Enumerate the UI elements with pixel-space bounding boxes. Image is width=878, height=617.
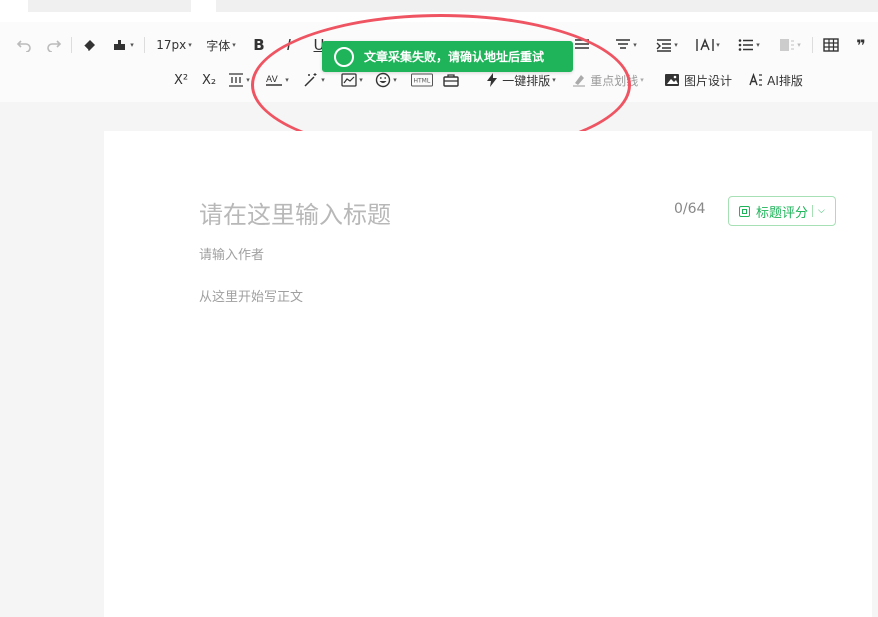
author-input[interactable]: 请输入作者: [199, 244, 264, 263]
subscript-button[interactable]: X₂: [198, 69, 220, 91]
score-icon: [739, 205, 750, 217]
body-input[interactable]: 从这里开始写正文: [199, 286, 303, 305]
highlight-sentence-label: 重点划线: [590, 73, 639, 88]
toolbar-divider: [812, 37, 813, 53]
chevron-down-icon: ⌵: [818, 206, 825, 216]
list-icon[interactable]: ▾: [734, 34, 764, 56]
top-tab-strip: [0, 0, 878, 22]
format-painter-icon[interactable]: ▾: [111, 34, 135, 56]
highlight-sentence-button[interactable]: 重点划线 ▾: [569, 69, 647, 91]
font-size-select[interactable]: 17px ▾: [152, 34, 196, 56]
eraser-icon[interactable]: [79, 34, 99, 56]
italic-button[interactable]: I: [279, 34, 299, 56]
one-click-layout-button[interactable]: 一键排版 ▾: [482, 69, 560, 91]
title-score-label: 标题评分: [756, 205, 809, 221]
quote-icon[interactable]: ❞: [850, 34, 872, 56]
toolbar-divider: [71, 37, 72, 53]
html-icon[interactable]: HTML: [409, 69, 435, 91]
one-click-layout-label: 一键排版: [502, 73, 551, 88]
font-family-select[interactable]: 字体 ▾: [203, 34, 239, 56]
title-input[interactable]: 请在这里输入标题: [199, 195, 391, 230]
indent-icon[interactable]: ▾: [652, 34, 682, 56]
bold-button[interactable]: B: [249, 34, 269, 56]
magic-wand-icon[interactable]: ▾: [299, 69, 329, 91]
table-icon[interactable]: [820, 34, 842, 56]
title-counter: 0/64: [674, 201, 706, 217]
font-size-value: 17px: [156, 38, 187, 52]
paragraph-spacing-icon[interactable]: ▾: [225, 69, 253, 91]
line-height-icon[interactable]: ▾: [611, 34, 641, 56]
font-family-value: 字体: [206, 38, 231, 53]
score-divider: [812, 205, 814, 217]
emoji-icon[interactable]: ▾: [372, 69, 400, 91]
ai-layout-button[interactable]: AI排版: [746, 69, 806, 91]
toast-message: 文章采集失败，请确认地址后重试: [364, 50, 545, 64]
loading-ring-icon: [334, 46, 354, 67]
block-style-icon[interactable]: ▾: [775, 34, 805, 56]
letter-spacing-icon[interactable]: ▾: [693, 34, 723, 56]
redo-icon[interactable]: [44, 34, 64, 56]
html-icon-text: HTML: [414, 78, 431, 85]
image-design-label: 图片设计: [683, 73, 732, 88]
text-color-icon[interactable]: AV ▾: [262, 69, 292, 91]
top-tab-left: [28, 0, 191, 12]
top-tab-right: [216, 0, 878, 12]
briefcase-icon[interactable]: [440, 69, 462, 91]
svg-text:AV: AV: [266, 75, 279, 85]
title-score-button[interactable]: 标题评分 ⌵: [728, 196, 836, 226]
article-editor: 请在这里输入标题 0/64 标题评分 ⌵ 请输入作者 从这里开始写正文: [104, 131, 872, 617]
undo-icon[interactable]: [14, 34, 34, 56]
error-toast: 文章采集失败，请确认地址后重试: [322, 41, 573, 72]
toolbar-divider: [144, 37, 145, 53]
image-design-button[interactable]: 图片设计: [661, 69, 735, 91]
chart-icon[interactable]: ▾: [339, 69, 365, 91]
ai-layout-label: AI排版: [767, 73, 803, 88]
superscript-button[interactable]: X²: [170, 69, 192, 91]
